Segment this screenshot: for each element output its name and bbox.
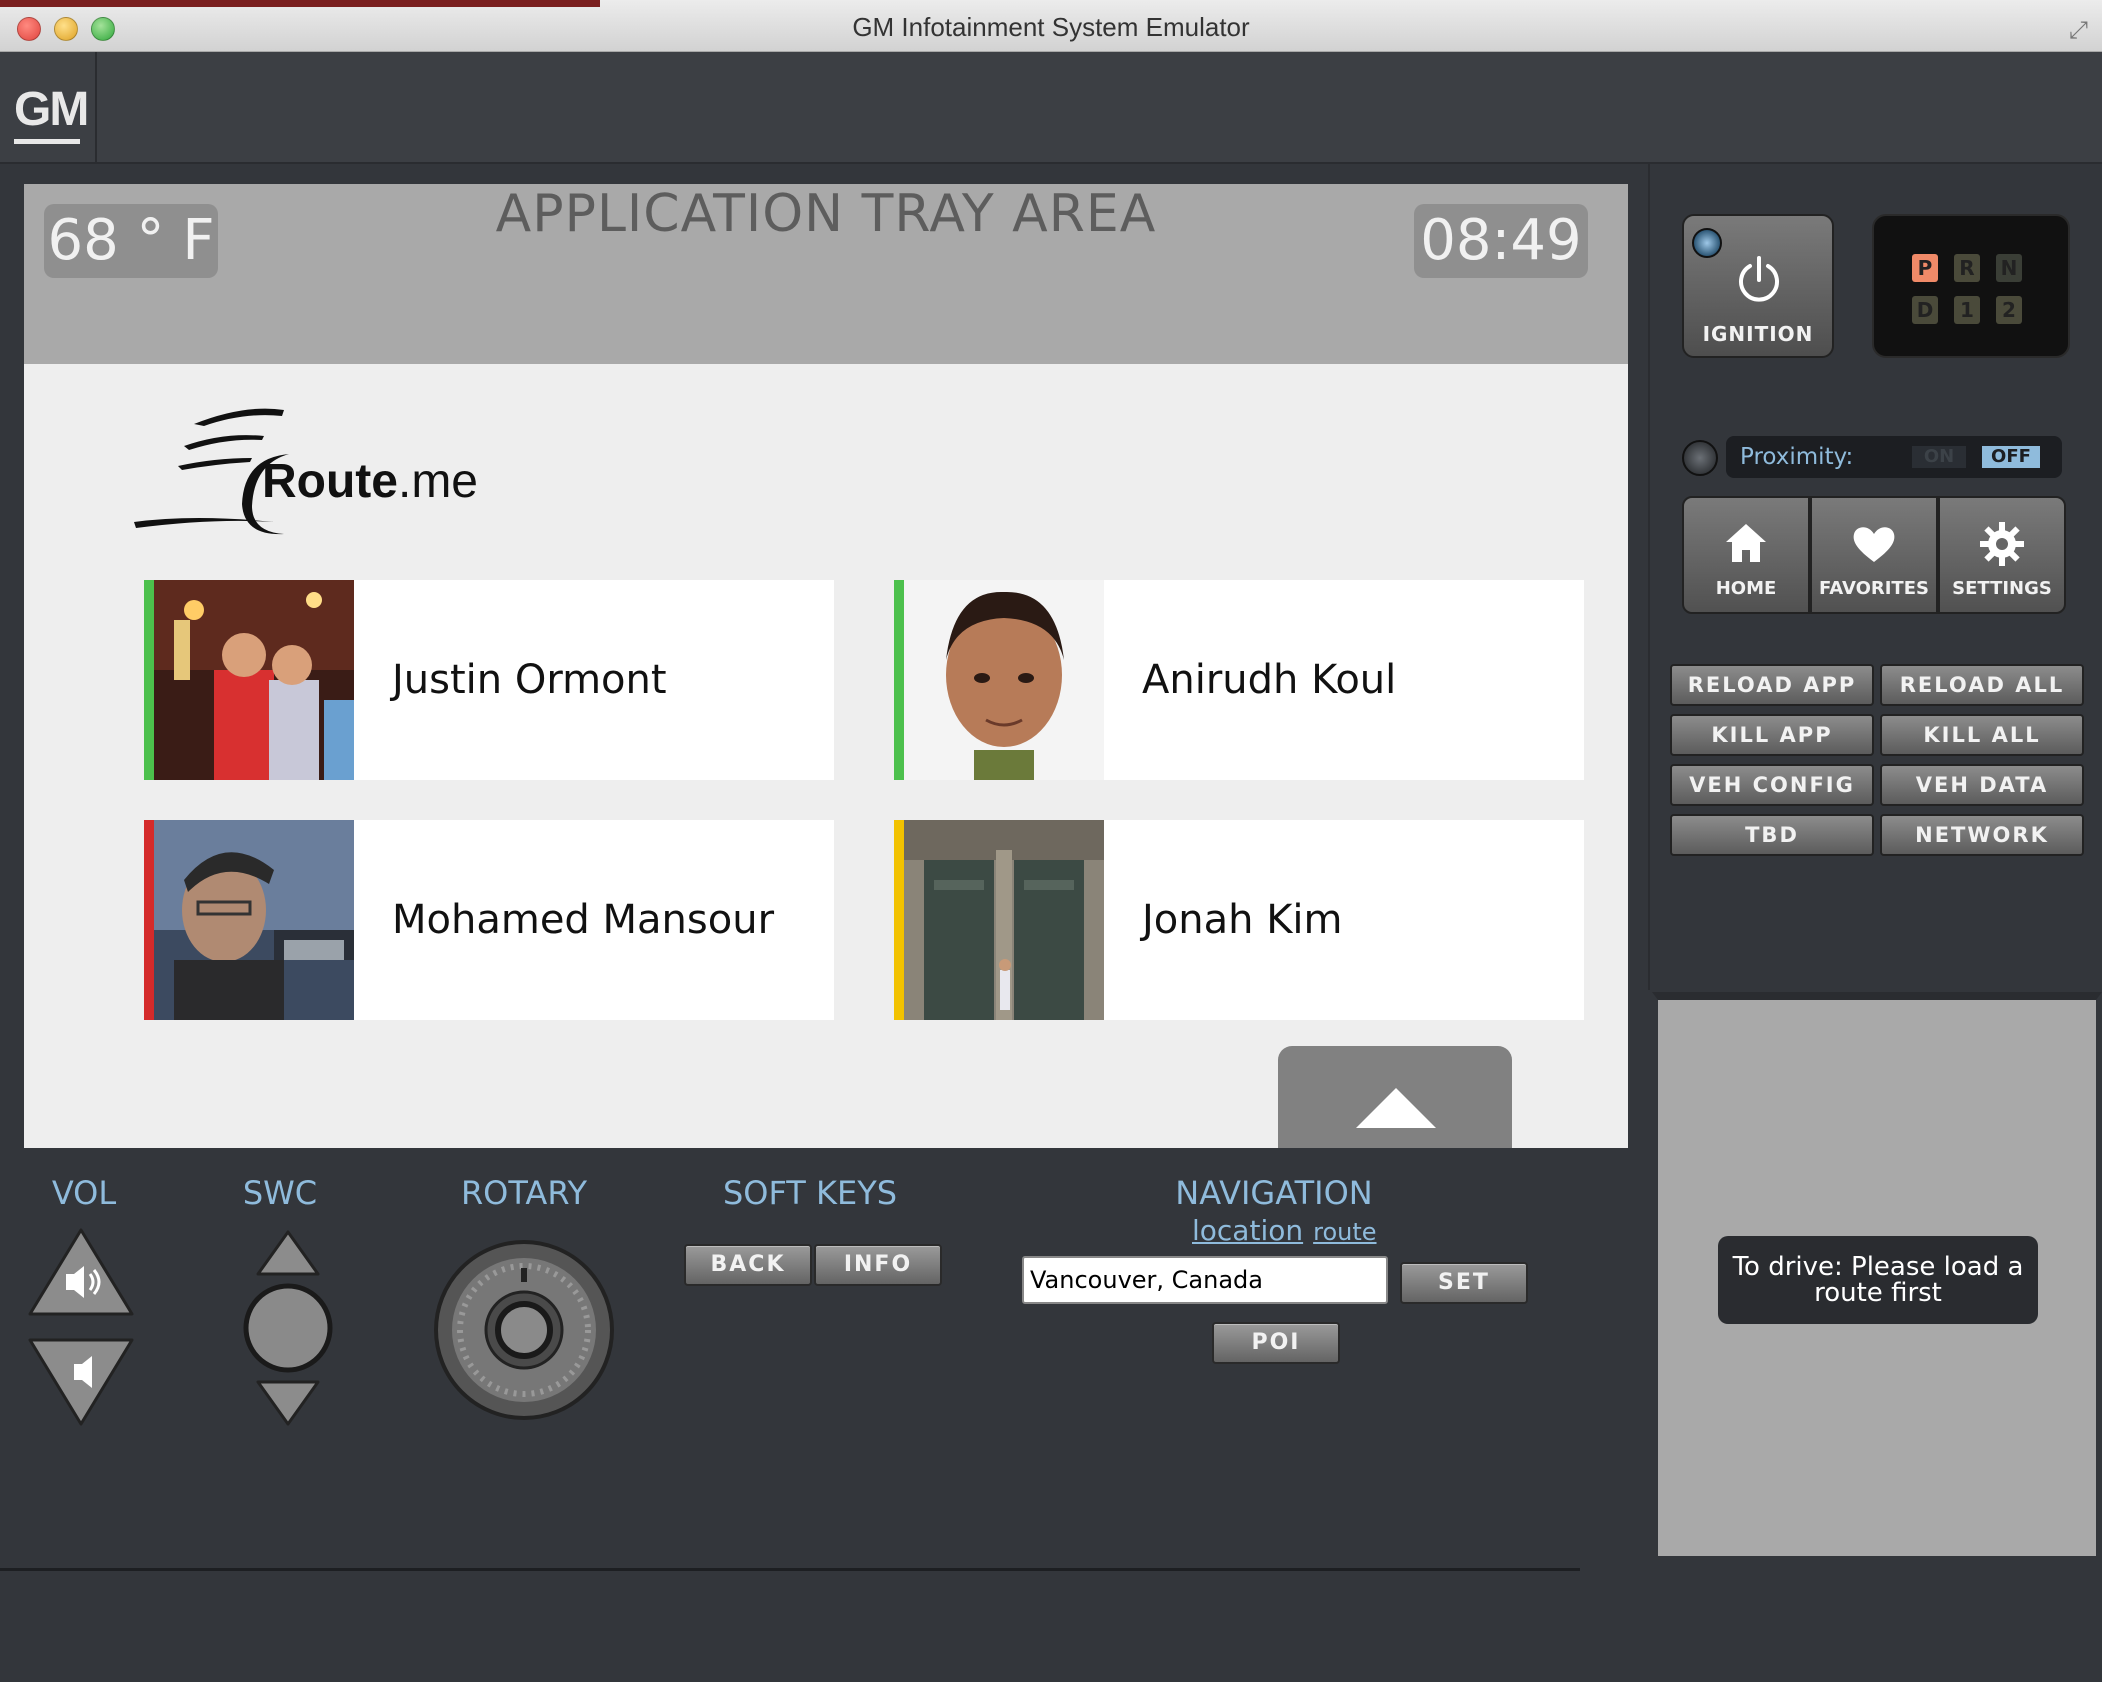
home-button[interactable]: HOME (1682, 496, 1810, 614)
gear-r[interactable]: R (1954, 254, 1980, 282)
fullscreen-icon[interactable]: ⤢ (2069, 16, 2088, 44)
favorites-button[interactable]: FAVORITES (1810, 496, 1938, 614)
swc-control[interactable] (238, 1228, 338, 1428)
navigation-destination-input[interactable] (1022, 1256, 1388, 1304)
avatar (904, 820, 1104, 1020)
vol-label: VOL (51, 1174, 117, 1212)
gear-2[interactable]: 2 (1996, 296, 2022, 324)
scroll-up-button[interactable] (1278, 1046, 1512, 1148)
proximity-off[interactable]: OFF (1982, 446, 2040, 468)
routeme-logo-text: Route.me (262, 455, 478, 508)
arrow-up-icon (1356, 1088, 1436, 1128)
status-bar-busy (144, 820, 154, 1020)
divider (0, 1568, 1580, 1571)
kill-all-button[interactable]: KILL ALL (1880, 714, 2084, 756)
status-bar-online (144, 580, 154, 780)
route-link[interactable]: route (1313, 1218, 1376, 1246)
application-tray: APPLICATION TRAY AREA 68 ° F 08:49 (24, 184, 1628, 364)
ignition-button[interactable]: IGNITION (1682, 214, 1834, 358)
softkeys-label: SOFT KEYS (722, 1174, 898, 1212)
nav-mode-links: location route (1192, 1214, 1387, 1247)
proximity-label: Proximity: (1740, 444, 1854, 470)
clock-display: 08:49 (1414, 204, 1588, 278)
heart-icon (1853, 527, 1895, 562)
contact-card-anirudh-koul[interactable]: Anirudh Koul (894, 580, 1584, 780)
window-title: GM Infotainment System Emulator (852, 12, 1250, 42)
status-bar-online (894, 580, 904, 780)
location-link[interactable]: location (1192, 1214, 1303, 1247)
avatar (154, 580, 354, 780)
drive-status-message: To drive: Please load a route first (1718, 1236, 2038, 1324)
back-button[interactable]: BACK (684, 1244, 812, 1286)
gear-icon (1980, 522, 2024, 566)
window-titlebar: GM Infotainment System Emulator ⤢ (0, 0, 2102, 52)
background-strip (0, 0, 600, 7)
avatar (904, 580, 1104, 780)
contact-name: Justin Ormont (392, 657, 667, 703)
rotary-label: ROTARY (460, 1174, 588, 1212)
home-label: HOME (1715, 578, 1777, 599)
proximity-toggle[interactable]: Proximity: ON OFF (1726, 436, 2062, 478)
network-button[interactable]: NETWORK (1880, 814, 2084, 856)
reload-all-button[interactable]: RELOAD ALL (1880, 664, 2084, 706)
contact-name: Jonah Kim (1142, 897, 1343, 943)
avatar (154, 820, 354, 1020)
contact-name: Anirudh Koul (1142, 657, 1397, 703)
veh-config-button[interactable]: VEH CONFIG (1670, 764, 1874, 806)
settings-button[interactable]: SETTINGS (1938, 496, 2066, 614)
volume-down-button[interactable] (26, 1334, 136, 1428)
status-bar-away (894, 820, 904, 1020)
contact-name: Mohamed Mansour (392, 897, 775, 943)
infotainment-screen: APPLICATION TRAY AREA 68 ° F 08:49 Route… (24, 184, 1628, 1148)
proximity-on[interactable]: ON (1912, 446, 1966, 468)
top-bar: GM (0, 52, 2102, 164)
tray-title: APPLICATION TRAY AREA (495, 184, 1157, 244)
gear-selector[interactable]: P R N D 1 2 (1872, 214, 2070, 358)
power-icon (1739, 256, 1779, 302)
gear-n[interactable]: N (1996, 254, 2022, 282)
ignition-label: IGNITION (1702, 322, 1814, 346)
rotary-knob[interactable] (432, 1238, 616, 1422)
info-button[interactable]: INFO (814, 1244, 942, 1286)
gear-d[interactable]: D (1912, 296, 1938, 324)
veh-data-button[interactable]: VEH DATA (1880, 764, 2084, 806)
temperature-display: 68 ° F (44, 204, 218, 278)
contact-card-jonah-kim[interactable]: Jonah Kim (894, 820, 1584, 1020)
gm-logo: GM (14, 82, 89, 144)
contact-card-justin-ormont[interactable]: Justin Ormont (144, 580, 834, 780)
navigation-label: NAVIGATION (1175, 1174, 1373, 1212)
tbd-button[interactable]: TBD (1670, 814, 1874, 856)
poi-button[interactable]: POI (1212, 1322, 1340, 1364)
set-button[interactable]: SET (1400, 1262, 1528, 1304)
settings-label: SETTINGS (1952, 578, 2052, 599)
kill-app-button[interactable]: KILL APP (1670, 714, 1874, 756)
home-icon (1726, 524, 1766, 562)
reload-app-button[interactable]: RELOAD APP (1670, 664, 1874, 706)
gear-1[interactable]: 1 (1954, 296, 1980, 324)
gear-p[interactable]: P (1912, 254, 1938, 282)
divider (95, 52, 97, 162)
proximity-led (1682, 440, 1718, 476)
contact-card-mohamed-mansour[interactable]: Mohamed Mansour (144, 820, 834, 1020)
volume-up-button[interactable] (26, 1226, 136, 1320)
favorites-label: FAVORITES (1819, 578, 1929, 599)
swc-label: SWC (242, 1174, 318, 1212)
ignition-led (1692, 228, 1722, 258)
